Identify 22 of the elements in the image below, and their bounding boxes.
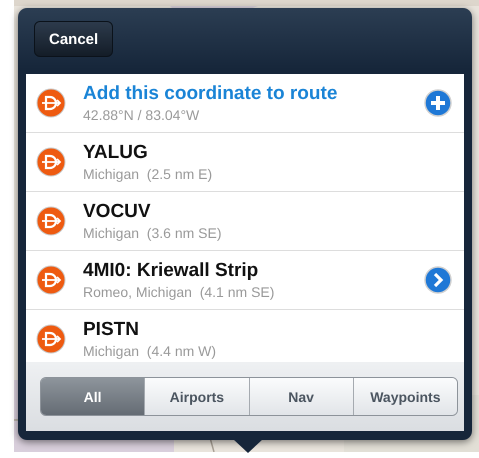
result-subtitle: Michigan (3.6 nm SE): [83, 224, 222, 242]
result-subtitle: Romeo, Michigan (4.1 nm SE): [83, 283, 276, 301]
result-title: PISTN: [83, 318, 140, 342]
result-title: YALUG: [83, 141, 149, 165]
plus-icon[interactable]: [424, 89, 452, 117]
result-subtitle: Michigan (4.4 nm W): [83, 342, 218, 360]
popover-pointer: [233, 439, 263, 453]
result-subtitle: Michigan (2.5 nm E): [83, 165, 214, 183]
result-row[interactable]: VOCUV Michigan (3.6 nm SE): [26, 192, 464, 251]
result-row[interactable]: YALUG Michigan (2.5 nm E): [26, 133, 464, 192]
filter-tab[interactable]: Airports: [144, 378, 248, 415]
filter-tab[interactable]: All: [41, 378, 144, 415]
result-title: 4MI0: Kriewall Strip: [83, 259, 260, 283]
filter-tab[interactable]: Nav: [248, 378, 353, 415]
filter-tab[interactable]: Waypoints: [352, 378, 457, 415]
result-row[interactable]: 4MI0: Kriewall Strip Romeo, Michigan (4.1 nm SE): [26, 251, 464, 310]
result-row[interactable]: Add this coordinate to route 42.88°N / 83.04°W: [26, 74, 464, 133]
result-subtitle: 42.88°N / 83.04°W: [83, 106, 200, 124]
cancel-button[interactable]: Cancel: [34, 21, 114, 57]
result-title: Add this coordinate to route: [83, 82, 338, 106]
result-title: VOCUV: [83, 200, 152, 224]
chevron-icon[interactable]: [424, 266, 452, 294]
